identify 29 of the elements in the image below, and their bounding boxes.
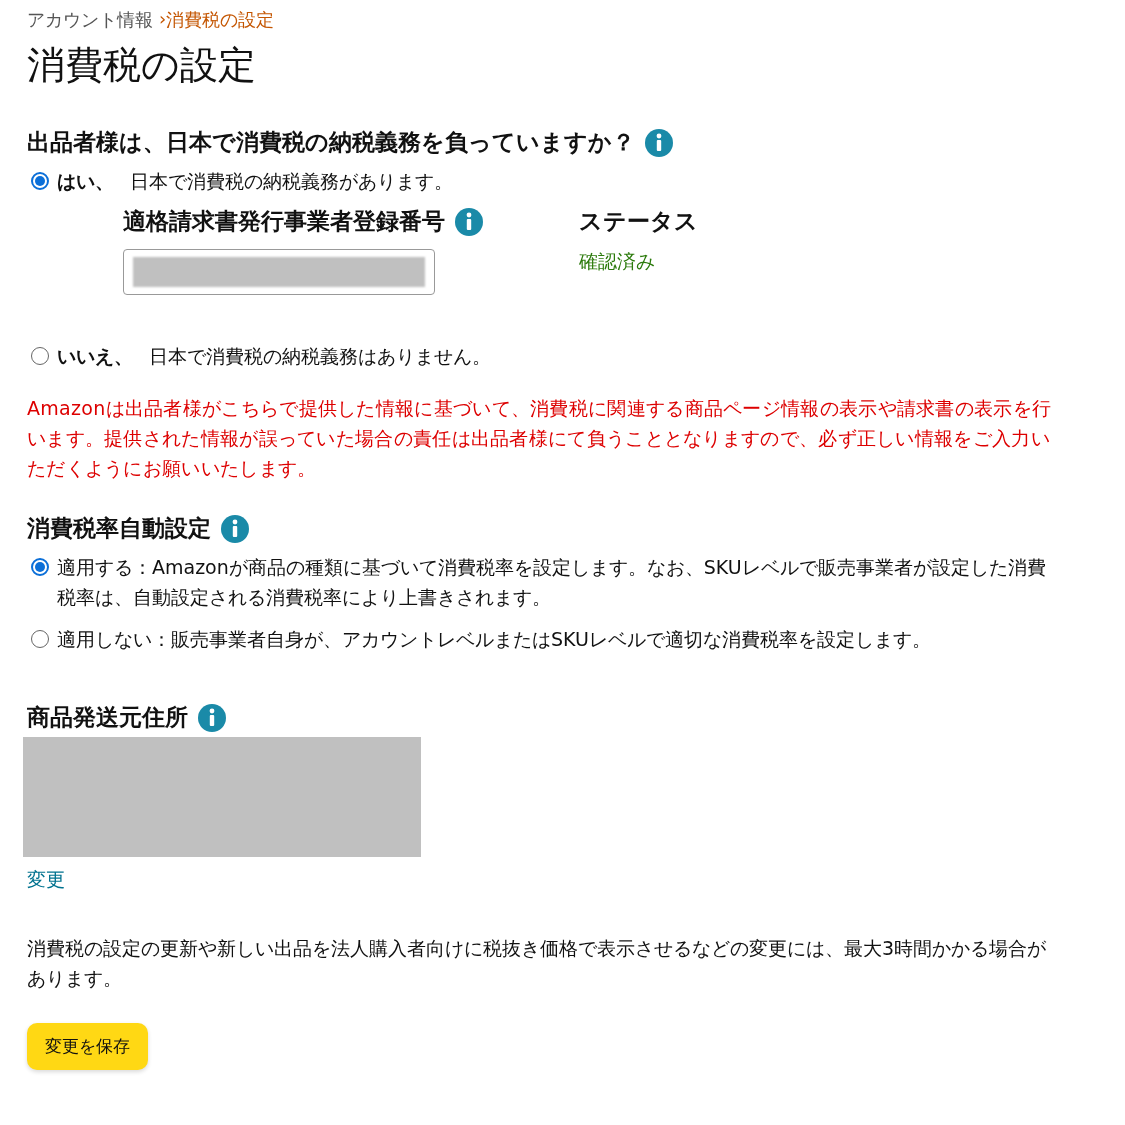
input-field[interactable] bbox=[123, 249, 435, 295]
save-button[interactable]: 変更を保存 bbox=[27, 1023, 148, 1070]
option-label: 適用する：Amazonが商品の種類に基づいて消費税率を設定します。なお、SKUレベルで販売事業者が設定した消費税率は、自動設定される消費税率により上書きされます。 bbox=[57, 555, 1047, 610]
radio-button[interactable] bbox=[31, 630, 49, 648]
info-icon[interactable] bbox=[221, 514, 249, 543]
option-label: いいえ、 bbox=[57, 344, 133, 369]
info-icon[interactable] bbox=[455, 207, 483, 236]
section-heading: 出品者様は、日本で消費税の納税義務を負っていますか？ bbox=[27, 128, 635, 157]
section-heading: 消費税率自動設定 bbox=[27, 514, 211, 543]
option-description: 日本で消費税の納税義務はありません。 bbox=[149, 344, 491, 369]
breadcrumb-current: 消費税の設定 bbox=[166, 8, 275, 32]
radio-button[interactable] bbox=[31, 347, 49, 365]
option-label: はい、 bbox=[57, 169, 114, 194]
field-label: 適格請求書発行事業者登録番号 bbox=[123, 207, 445, 236]
radio-button[interactable] bbox=[31, 172, 49, 190]
note-text: 消費税の設定の更新や新しい出品を法人購入者向けに税抜き価格で表示させるなどの変更には、最大3時間かかる場合があります。 bbox=[27, 936, 1048, 991]
option-label: 適用しない：販売事業者自身が、アカウントレベルまたはSKUレベルで適切な消費税率を設定します。 bbox=[57, 627, 931, 652]
option-description: 日本で消費税の納税義務があります。 bbox=[130, 169, 453, 194]
section-heading: 商品発送元住所 bbox=[27, 703, 188, 732]
status-label: ステータス bbox=[579, 207, 698, 236]
info-icon[interactable] bbox=[645, 128, 673, 157]
change-link[interactable]: 変更 bbox=[27, 867, 65, 893]
breadcrumb-link[interactable]: アカウント情報 bbox=[27, 8, 153, 32]
status-value: 確認済み bbox=[579, 249, 656, 274]
breadcrumb-separator: › bbox=[159, 8, 167, 31]
radio-button[interactable] bbox=[31, 558, 49, 576]
info-icon[interactable] bbox=[198, 703, 226, 732]
notice-text: Amazonは出品者様がこちらで提供した情報に基づいて、消費税に関連する商品ページ情報の表示や請求書の表示を行います。提供された情報が誤っていた場合の責任は出品者様にて負うこととなりますので、必ず正しい情報をご入力いただくようにお願いいたします。 bbox=[27, 396, 1053, 481]
page-title: 消費税の設定 bbox=[27, 42, 257, 89]
